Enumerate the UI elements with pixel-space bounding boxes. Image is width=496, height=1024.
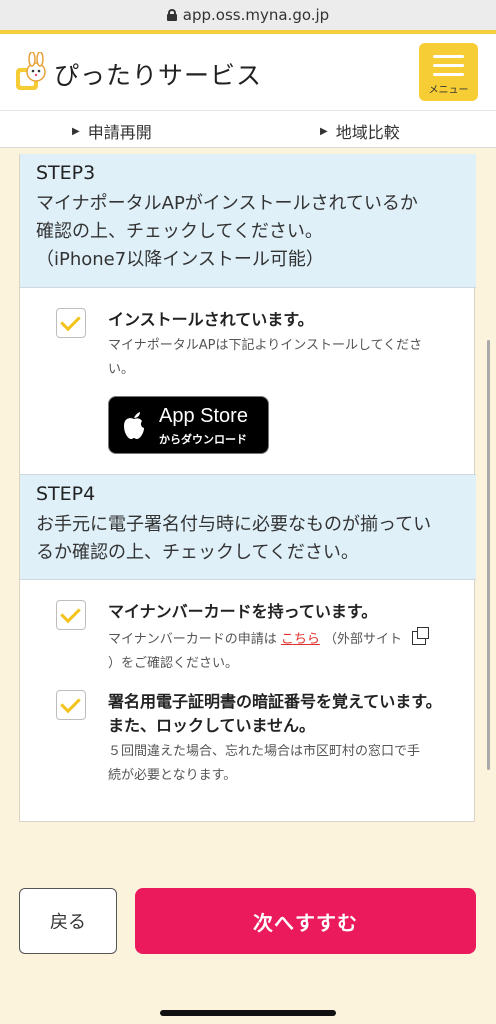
app-title[interactable]: ぴったりサービス [54,56,262,92]
subnav-resume-application[interactable]: ▶ 申請再開 [72,119,152,143]
site-header: ぴったりサービス メニュー [0,34,496,110]
pin-note-line: ５回間違えた場合、忘れた場合は市区町村の窓口で手 [108,744,421,759]
steps-card: STEP3 マイナポータルAPがインストールされているか 確認の上、チェックして… [19,154,476,822]
app-store-subtitle: からダウンロード [159,433,247,446]
pin-check-title-line: 署名用電子証明書の暗証番号を覚えています。 [108,692,442,711]
installed-check-title: インストールされています。 [108,310,314,329]
subnav-region-compare[interactable]: ▶ 地域比較 [320,119,400,143]
note-text: マイナンバーカードの申請は [108,632,277,647]
installed-checkbox[interactable] [56,308,86,338]
step3-desc-line: マイナポータルAPがインストールされているか [36,193,418,214]
step4-title: STEP4 [36,483,96,505]
home-indicator[interactable] [160,1010,336,1016]
next-button[interactable]: 次へすすむ [135,888,476,954]
note-text: （外部サイト [324,632,403,647]
external-link-icon [412,627,430,645]
apple-icon [124,412,144,439]
step3-description: マイナポータルAPがインストールされているか 確認の上、チェックしてください。 … [36,190,460,274]
apply-here-link[interactable]: こちら [281,632,320,647]
step3-title: STEP3 [36,162,96,184]
install-note: マイナポータルAPは下記よりインストールしてくださ い。 [108,334,458,382]
pin-check-title: 署名用電子証明書の暗証番号を覚えています。 また、ロックしていません。 [108,690,458,738]
step3-desc-line: （iPhone7以降インストール可能） [36,249,324,270]
step4-desc-line: お手元に電子署名付与時に必要なものが揃ってい [36,514,432,535]
rabbit-logo-icon[interactable] [14,52,50,92]
pin-note-line: 続が必要となります。 [108,768,237,783]
mynumber-card-checkbox[interactable] [56,600,86,630]
step3-header: STEP3 マイナポータルAPがインストールされているか 確認の上、チェックして… [20,154,476,288]
step4-check-row-pin: 署名用電子証明書の暗証番号を覚えています。 また、ロックしていません。 ５回間違… [20,680,476,820]
subnav-label: 申請再開 [87,123,152,142]
subnav-label: 地域比較 [335,123,400,142]
triangle-right-icon: ▶ [72,125,80,137]
mynumber-card-note-line: マイナンバーカードの申請は こちら （外部サイト [108,627,458,652]
pin-note: ５回間違えた場合、忘れた場合は市区町村の窓口で手 続が必要となります。 [108,740,458,788]
app-store-title: App Store [159,405,248,427]
mynumber-card-note-line: ）をご確認ください。 [108,656,239,671]
url-text: app.oss.myna.go.jp [182,6,330,24]
step4-check-row-card: マイナンバーカードを持っています。 マイナンバーカードの申請は こちら （外部サ… [20,580,476,680]
triangle-right-icon: ▶ [320,125,328,137]
hamburger-icon [433,55,464,58]
hamburger-icon-bar [433,64,464,67]
pin-remembered-checkbox[interactable] [56,690,86,720]
step3-desc-line: 確認の上、チェックしてください。 [36,221,323,242]
scroll-indicator[interactable] [487,340,490,770]
step4-header: STEP4 お手元に電子署名付与時に必要なものが揃ってい るか確認の上、チェック… [20,474,476,580]
menu-button[interactable]: メニュー [419,43,478,101]
app-store-button[interactable]: App Store からダウンロード [108,396,269,454]
url-bar[interactable]: app.oss.myna.go.jp [0,0,496,30]
mynumber-card-note: マイナンバーカードの申請は こちら （外部サイト ）をご確認ください。 [108,627,458,676]
back-button[interactable]: 戻る [19,888,117,954]
sub-navigation: ▶ 申請再開 ▶ 地域比較 [0,110,496,148]
step4-description: お手元に電子署名付与時に必要なものが揃ってい るか確認の上、チェックしてください… [36,511,460,567]
mynumber-card-check-title: マイナンバーカードを持っています。 [108,602,378,621]
install-note-line: い。 [108,362,135,377]
menu-label: メニュー [428,85,469,96]
pin-check-title-line: また、ロックしていません。 [108,716,316,735]
lock-icon [166,9,177,21]
hamburger-icon-bar [433,73,464,76]
step4-desc-line: るか確認の上、チェックしてください。 [36,542,359,563]
install-note-line: マイナポータルAPは下記よりインストールしてくださ [108,338,423,353]
